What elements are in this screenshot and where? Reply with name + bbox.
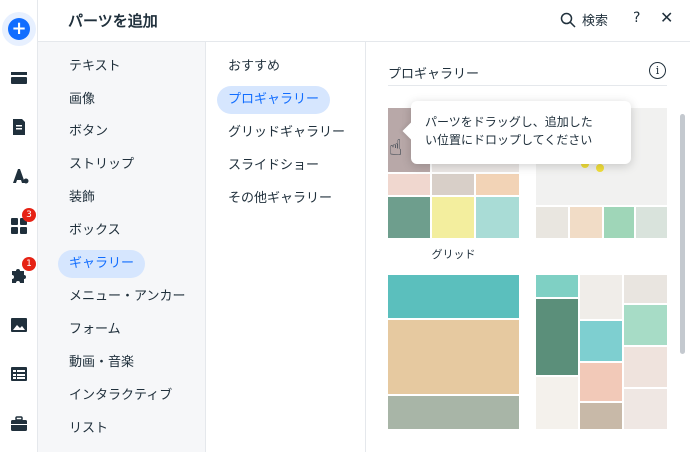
thumb-tile: [536, 207, 568, 238]
category-item[interactable]: インタラクティブ: [58, 382, 183, 410]
thumb-tile: [624, 275, 667, 303]
thumb-tile: [536, 275, 578, 297]
category-item[interactable]: ボタン: [58, 118, 119, 146]
thumb-tile: [636, 207, 667, 238]
subcategory-item[interactable]: スライドショー: [217, 152, 330, 180]
thumb-tile: [624, 389, 667, 429]
thumb-tile: [536, 299, 578, 375]
thumb-tile: [388, 275, 519, 318]
cms-button[interactable]: [4, 359, 34, 389]
business-apps-button[interactable]: 1: [4, 257, 36, 290]
thumb-tile: [536, 377, 578, 429]
gallery-thumbnail-collage[interactable]: [536, 275, 667, 429]
category-list: テキスト 画像 ボタン ストリップ 装飾 ボックス ギャラリー メニュー・アンカ…: [38, 42, 206, 452]
portfolio-button[interactable]: [4, 409, 34, 439]
category-item[interactable]: メニュー・アンカー: [58, 283, 196, 311]
category-item[interactable]: 装飾: [58, 184, 106, 212]
left-rail: + 3 1: [0, 0, 38, 452]
subcategory-item[interactable]: おすすめ: [217, 53, 291, 81]
apps-badge: 3: [22, 208, 36, 222]
panel-title: パーツを追加: [68, 12, 158, 30]
tooltip-line-1: パーツをドラッグし、追加した: [425, 115, 593, 129]
sections-icon: [11, 72, 27, 84]
search-icon: [560, 12, 576, 28]
thumb-tile: [580, 321, 622, 361]
business-apps-badge: 1: [22, 257, 36, 271]
hand-cursor-icon: ☝: [389, 136, 403, 161]
category-item[interactable]: ストリップ: [58, 151, 145, 179]
thumb-tile: [432, 174, 474, 195]
thumb-tile: [624, 305, 667, 345]
category-item[interactable]: 画像: [58, 86, 106, 114]
section-divider: [388, 85, 667, 86]
thumb-tile: [580, 275, 622, 319]
thumb-tile: [388, 174, 430, 195]
thumb-tile: [580, 363, 622, 401]
thumb-tile: [388, 396, 519, 429]
thumb-tile: [432, 197, 474, 238]
add-elements-panel: + 3 1 パーツを追加 検索 ? ✕ テキスト 画像 ボタン ストリップ 装飾…: [0, 0, 690, 452]
sections-button[interactable]: [4, 63, 34, 93]
search-label: 検索: [582, 14, 609, 29]
subcategory-list: おすすめ プロギャラリー グリッドギャラリー スライドショー その他ギャラリー: [207, 42, 366, 452]
category-item[interactable]: テキスト: [58, 53, 132, 81]
info-icon[interactable]: i: [649, 62, 666, 79]
gallery-thumbnail-columns[interactable]: [388, 275, 519, 429]
pages-icon: [13, 119, 25, 135]
apps-button[interactable]: 3: [4, 208, 36, 241]
section-title: プロギャラリー: [388, 67, 480, 82]
add-button[interactable]: +: [2, 12, 36, 46]
scrollbar[interactable]: [680, 114, 685, 354]
table-icon: [11, 367, 27, 381]
help-button[interactable]: ?: [633, 10, 640, 26]
gallery-caption-grid: グリッド: [431, 248, 476, 261]
add-icon: +: [8, 18, 30, 40]
category-item[interactable]: リスト: [58, 415, 119, 443]
design-button[interactable]: [4, 161, 34, 191]
thumb-tile: [580, 403, 622, 429]
thumb-tile: [388, 320, 519, 394]
close-button[interactable]: ✕: [660, 8, 673, 27]
tooltip-line-2: い位置にドロップしてください: [425, 133, 593, 147]
drag-hint-tooltip: パーツをドラッグし、追加した い位置にドロップしてください: [411, 101, 631, 164]
thumb-tile: [604, 207, 634, 238]
thumb-tile: [570, 207, 602, 238]
thumb-tile: [388, 197, 430, 238]
add-button-highlight: +: [2, 12, 36, 46]
panel-header: パーツを追加 検索 ? ✕: [38, 0, 690, 42]
media-button[interactable]: [4, 310, 34, 340]
subcategory-item[interactable]: グリッドギャラリー: [217, 119, 356, 147]
design-icon: [13, 169, 29, 184]
search-button[interactable]: 検索: [560, 10, 608, 29]
thumb-tile: [476, 197, 519, 238]
category-item[interactable]: 動画・音楽: [58, 349, 145, 377]
thumb-tile: [624, 347, 667, 387]
briefcase-icon: [11, 416, 27, 431]
subcategory-item-active[interactable]: プロギャラリー: [217, 86, 331, 114]
pages-button[interactable]: [4, 112, 34, 142]
category-item[interactable]: ボックス: [58, 217, 132, 245]
thumb-tile: [476, 174, 519, 195]
category-item-active[interactable]: ギャラリー: [58, 250, 146, 278]
thumb-tile: [596, 164, 604, 172]
subcategory-item[interactable]: その他ギャラリー: [217, 185, 343, 213]
image-icon: [11, 318, 27, 332]
category-item[interactable]: フォーム: [58, 316, 132, 344]
